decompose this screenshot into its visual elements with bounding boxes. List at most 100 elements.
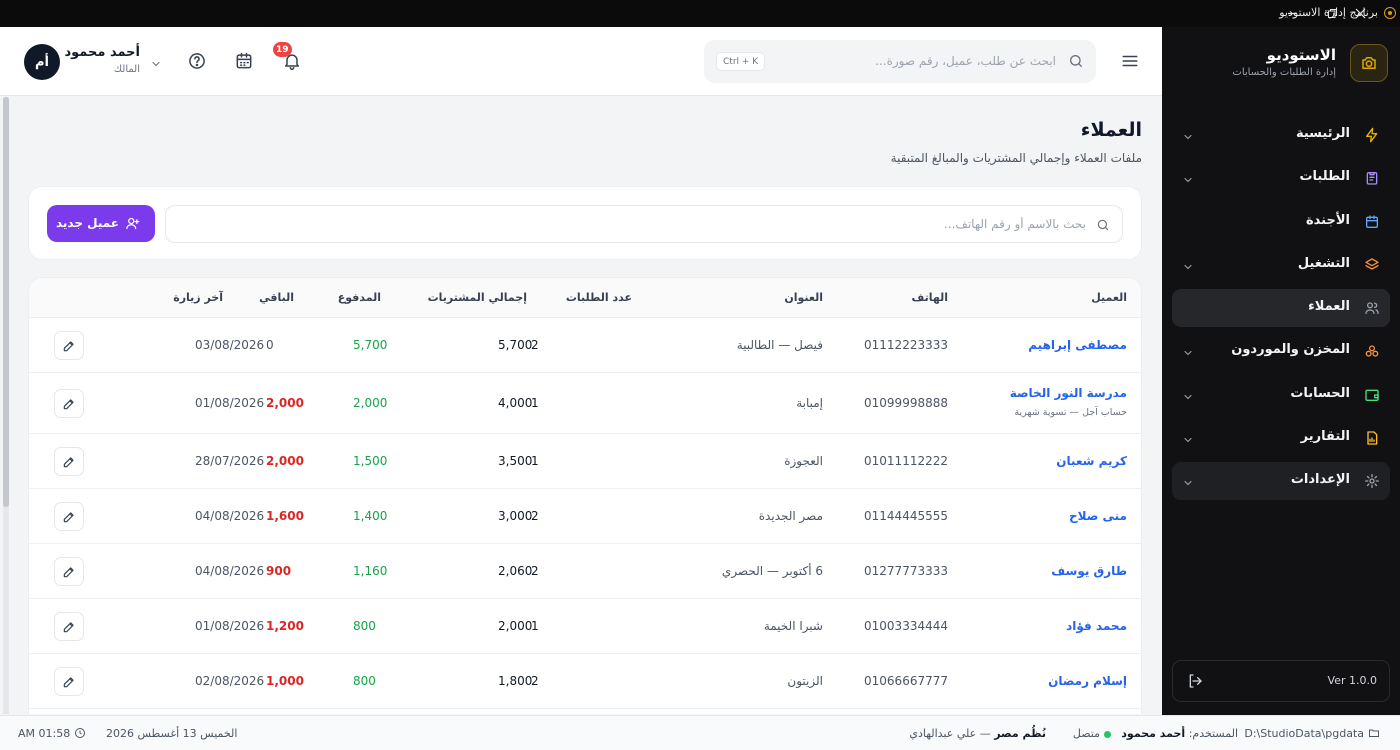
- status-date: الخميس 13 أغسطس 2026: [106, 727, 238, 740]
- client-name-link[interactable]: مدرسة النور الخاصة: [1010, 386, 1127, 400]
- pencil-icon: [63, 511, 74, 522]
- sidebar-item-5[interactable]: المخزن والموردون: [1172, 332, 1390, 370]
- chevron-down-icon: [1182, 128, 1194, 140]
- pencil-icon: [63, 398, 74, 409]
- chevron-down-icon: [1182, 474, 1194, 486]
- gear-icon: [1364, 473, 1380, 489]
- menu-toggle-button[interactable]: [1118, 49, 1142, 73]
- global-search-input[interactable]: [816, 48, 1056, 74]
- sidebar-item-label: التقارير: [1300, 429, 1350, 445]
- restore-icon: [1327, 9, 1337, 18]
- page-title: العملاء: [1080, 119, 1142, 141]
- client-due: 1,600: [266, 509, 304, 523]
- client-total: 1,800: [498, 674, 533, 688]
- sidebar-item-6[interactable]: الحسابات: [1172, 376, 1390, 414]
- sidebar-item-label: العملاء: [1308, 299, 1350, 315]
- sidebar-item-2[interactable]: الأجندة: [1172, 203, 1390, 241]
- folder-icon: [1369, 729, 1379, 737]
- client-phone: 01277773333: [864, 564, 948, 578]
- report-icon: [1364, 430, 1380, 446]
- column-header-2[interactable]: العنوان: [784, 291, 823, 304]
- logout-icon[interactable]: [1187, 673, 1203, 689]
- sidebar-item-7[interactable]: التقارير: [1172, 419, 1390, 457]
- sidebar-item-label: الأجندة: [1306, 212, 1350, 228]
- minimize-window-button[interactable]: [1272, 0, 1312, 27]
- client-last-visit: 01/08/2026: [195, 396, 265, 410]
- client-name-link[interactable]: كريم شعبان: [1056, 454, 1127, 468]
- client-address: الزيتون: [787, 674, 823, 688]
- clients-table: العميل الهاتف العنوان عدد الطلبات إجمالي الم…: [28, 277, 1142, 714]
- main-content: العملاء ملفات العملاء وإجمالي المشتريات …: [0, 97, 1162, 714]
- client-name-link[interactable]: إسلام رمضان: [1048, 674, 1127, 688]
- edit-client-button[interactable]: [54, 557, 84, 586]
- scrollbar-thumb[interactable]: [3, 97, 9, 507]
- client-search-input[interactable]: [206, 212, 1086, 236]
- user-role: المالك: [113, 64, 140, 75]
- client-name-link[interactable]: طارق يوسف: [1051, 564, 1127, 578]
- client-due: 2,000: [266, 454, 304, 468]
- column-header-5[interactable]: المدفوع: [338, 291, 381, 304]
- client-total: 5,700: [498, 338, 533, 352]
- column-header-7[interactable]: آخر زيارة: [173, 291, 223, 304]
- client-last-visit: 28/07/2026: [195, 454, 265, 468]
- table-row[interactable]: كريم شعبان 01011112222 العجوزة 1 3,500 1,500 2…: [29, 434, 1141, 489]
- add-user-icon: [125, 216, 140, 231]
- agent-info: نُظُم مصر — علي عبدالهادي: [909, 727, 1046, 740]
- sidebar-item-0[interactable]: الرئيسية: [1172, 116, 1390, 154]
- edit-client-button[interactable]: [54, 447, 84, 476]
- notification-badge: 19: [273, 42, 292, 57]
- pencil-icon: [63, 456, 74, 467]
- client-paid: 5,700: [353, 338, 388, 352]
- client-paid: 800: [353, 619, 376, 633]
- client-last-visit: 02/08/2026: [195, 674, 265, 688]
- table-row[interactable]: إسلام رمضان 01066667777 الزيتون 2 1,800 800 1,…: [29, 654, 1141, 709]
- sidebar-item-1[interactable]: الطلبات: [1172, 159, 1390, 197]
- table-row[interactable]: محمد فؤاد 01003334444 شبرا الخيمة 1 2,000 800…: [29, 599, 1141, 654]
- sidebar-item-8[interactable]: الإعدادات: [1172, 462, 1390, 501]
- column-header-3[interactable]: عدد الطلبات: [566, 291, 632, 304]
- column-header-6[interactable]: الباقي: [259, 291, 294, 304]
- brand-name: الاستوديو: [1266, 46, 1336, 64]
- version-label: Ver 1.0.0: [1327, 674, 1377, 687]
- current-user: المستخدم: أحمد محمود: [1121, 727, 1238, 740]
- sidebar: الاستوديو إدارة الطلبات والحسابات الرئيس…: [1162, 27, 1400, 715]
- table-row[interactable]: مدرسة النور الخاصة حساب آجل — تسوية شهرية…: [29, 373, 1141, 434]
- client-address: 6 أكتوبر — الحصري: [721, 564, 823, 578]
- edit-client-button[interactable]: [54, 612, 84, 641]
- client-name-link[interactable]: منى صلاح: [1069, 509, 1127, 523]
- sidebar-item-3[interactable]: التشغيل: [1172, 246, 1390, 284]
- edit-client-button[interactable]: [54, 389, 84, 418]
- column-header-0[interactable]: العميل: [1091, 291, 1127, 304]
- edit-client-button[interactable]: [54, 331, 84, 360]
- client-last-visit: 03/08/2026: [195, 338, 265, 352]
- table-row[interactable]: مصطفى إبراهيم 01112223333 فيصل — الطالبية 2…: [29, 318, 1141, 373]
- data-path-text: D:\StudioData\pgdata: [1244, 727, 1364, 740]
- window-titlebar: برنامج إدارة الاستوديو: [0, 0, 1400, 27]
- sidebar-item-4[interactable]: العملاء: [1172, 289, 1390, 328]
- help-icon[interactable]: [187, 51, 207, 71]
- client-phone: 01003334444: [864, 619, 948, 633]
- clock-icon: [75, 728, 86, 738]
- sidebar-item-label: الرئيسية: [1295, 126, 1350, 141]
- client-paid: 1,500: [353, 454, 388, 468]
- edit-client-button[interactable]: [54, 667, 84, 696]
- user-menu[interactable]: أم أحمد محمود المالك: [24, 44, 164, 80]
- table-header: العميل الهاتف العنوان عدد الطلبات إجمالي الم…: [29, 278, 1141, 318]
- calendar-icon[interactable]: [234, 51, 254, 71]
- table-row[interactable]: طارق يوسف 01277773333 6 أكتوبر — الحصري 2 2,…: [29, 544, 1141, 599]
- users-icon: [1364, 300, 1380, 316]
- client-name-link[interactable]: مصطفى إبراهيم: [1028, 338, 1127, 352]
- column-header-1[interactable]: الهاتف: [911, 291, 948, 304]
- new-client-button[interactable]: عميل جديد: [47, 205, 155, 242]
- table-row[interactable]: منى صلاح 01144445555 مصر الجديدة 2 3,000 1,40…: [29, 489, 1141, 544]
- current-user-label: المستخدم:: [1188, 727, 1238, 740]
- client-phone: 01011112222: [864, 454, 948, 468]
- maximize-window-button[interactable]: [1312, 0, 1352, 27]
- client-name-link[interactable]: محمد فؤاد: [1066, 619, 1127, 633]
- column-header-4[interactable]: إجمالي المشتريات: [428, 291, 527, 304]
- client-total: 4,000: [498, 396, 533, 410]
- client-due: 2,000: [266, 396, 304, 410]
- client-phone: 01144445555: [864, 509, 948, 523]
- top-header: Ctrl + K 19 أم أحمد محمود المالك: [0, 27, 1162, 96]
- edit-client-button[interactable]: [54, 502, 84, 531]
